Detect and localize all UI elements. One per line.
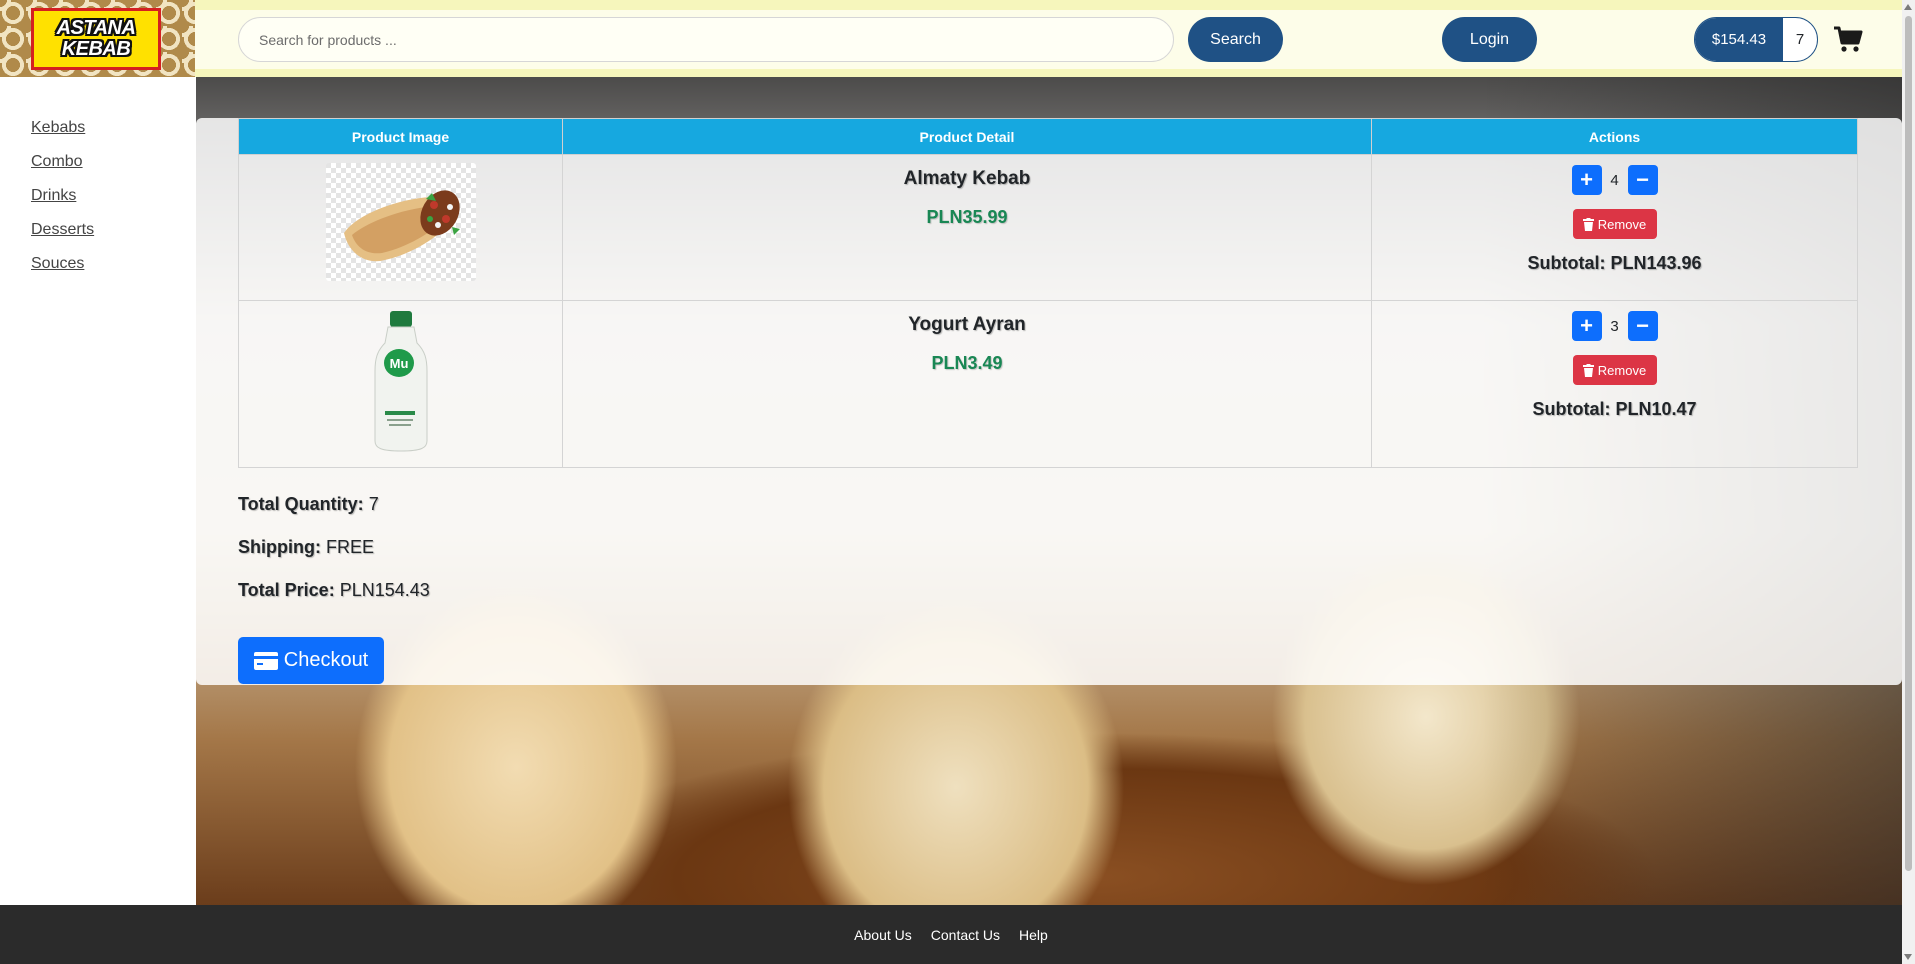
svg-text:Mu: Mu [389,356,408,371]
sidebar-item-combo[interactable]: Combo [31,153,83,170]
product-actions-cell: + 4 − Remove Subtotal: PLN143.96 [1371,154,1858,301]
decrease-quantity-button[interactable]: − [1627,311,1658,341]
sidebar-item-kebabs[interactable]: Kebabs [31,119,85,136]
product-image-cell [238,154,563,301]
product-name: Yogurt Ayran [908,314,1026,335]
trash-icon [1582,363,1594,377]
checkout-button[interactable]: Checkout [238,637,384,684]
remove-button[interactable]: Remove [1572,209,1657,239]
footer-link-contact[interactable]: Contact Us [931,927,1000,943]
cart-total: $154.43 [1695,18,1783,61]
search-input[interactable] [238,17,1174,62]
footer: About Us Contact Us Help [0,905,1902,964]
login-button[interactable]: Login [1442,17,1537,62]
footer-link-help[interactable]: Help [1019,927,1048,943]
footer-link-about[interactable]: About Us [854,927,912,943]
shipping: Shipping: FREE [238,537,374,558]
product-price: PLN35.99 [926,207,1008,227]
product-price: PLN3.49 [931,353,1003,373]
scroll-down-arrow-icon[interactable] [1904,954,1912,960]
product-name: Almaty Kebab [903,168,1031,189]
decrease-quantity-button[interactable]: − [1627,165,1658,195]
shipping-value: FREE [326,537,375,557]
logo-text-line2: KEBAB [61,38,131,60]
logo[interactable]: ASTANA KEBAB [0,0,195,77]
total-quantity: Total Quantity: 7 [238,494,379,515]
quantity-stepper: + 4 − [1372,165,1857,195]
sidebar-item-desserts[interactable]: Desserts [31,221,94,238]
logo-text-line1: ASTANA [56,17,136,39]
total-price-label: Total Price: [238,580,335,600]
product-actions-cell: + 3 − Remove Subtotal: PLN10.47 [1371,300,1858,468]
column-header-detail: Product Detail [562,118,1372,155]
table-row: Mu Yogurt Ayran PLN3.49 + 3 − Remove Sub… [238,300,1858,468]
total-quantity-value: 7 [368,494,379,514]
sidebar: Kebabs Combo Drinks Desserts Souces [0,77,196,905]
product-image-cell: Mu [238,300,563,468]
header-bar: Search Login $154.43 7 [195,0,1902,77]
credit-card-icon [253,651,278,670]
remove-label: Remove [1597,362,1647,378]
shopping-cart-icon[interactable] [1833,25,1863,53]
shipping-label: Shipping: [238,537,321,557]
table-row: Almaty Kebab PLN35.99 + 4 − Remove Subto… [238,154,1858,301]
kebab-wrap-image [325,163,476,281]
increase-quantity-button[interactable]: + [1571,165,1602,195]
column-header-actions: Actions [1371,118,1858,155]
logo-badge: ASTANA KEBAB [31,8,161,70]
cart-summary-button[interactable]: $154.43 7 [1694,17,1818,62]
total-quantity-label: Total Quantity: [238,494,364,514]
sidebar-item-drinks[interactable]: Drinks [31,187,76,204]
scroll-thumb[interactable] [1905,16,1912,871]
search-button[interactable]: Search [1188,17,1283,62]
cart-count: 7 [1795,31,1805,48]
product-detail-cell: Yogurt Ayran PLN3.49 [562,300,1372,468]
quantity-value: 4 [1610,171,1619,189]
cart-table: Product Image Product Detail Actions Alm… [238,118,1858,468]
total-price-value: PLN154.43 [339,580,430,600]
product-detail-cell: Almaty Kebab PLN35.99 [562,154,1372,301]
product-subtotal: Subtotal: PLN10.47 [1532,399,1697,419]
increase-quantity-button[interactable]: + [1571,311,1602,341]
total-price: Total Price: PLN154.43 [238,580,430,601]
trash-icon [1582,217,1594,231]
column-header-image: Product Image [238,118,563,155]
checkout-label: Checkout [283,649,369,671]
quantity-stepper: + 3 − [1372,311,1857,341]
product-subtotal: Subtotal: PLN143.96 [1527,253,1702,273]
ayran-bottle-image: Mu [374,311,427,452]
remove-button[interactable]: Remove [1572,355,1657,385]
sidebar-item-souces[interactable]: Souces [31,255,84,272]
quantity-value: 3 [1610,317,1619,335]
remove-label: Remove [1597,216,1647,232]
page-scrollbar[interactable] [1902,0,1915,964]
scroll-up-arrow-icon[interactable] [1904,4,1912,10]
cart-panel: Product Image Product Detail Actions Alm… [196,118,1902,685]
